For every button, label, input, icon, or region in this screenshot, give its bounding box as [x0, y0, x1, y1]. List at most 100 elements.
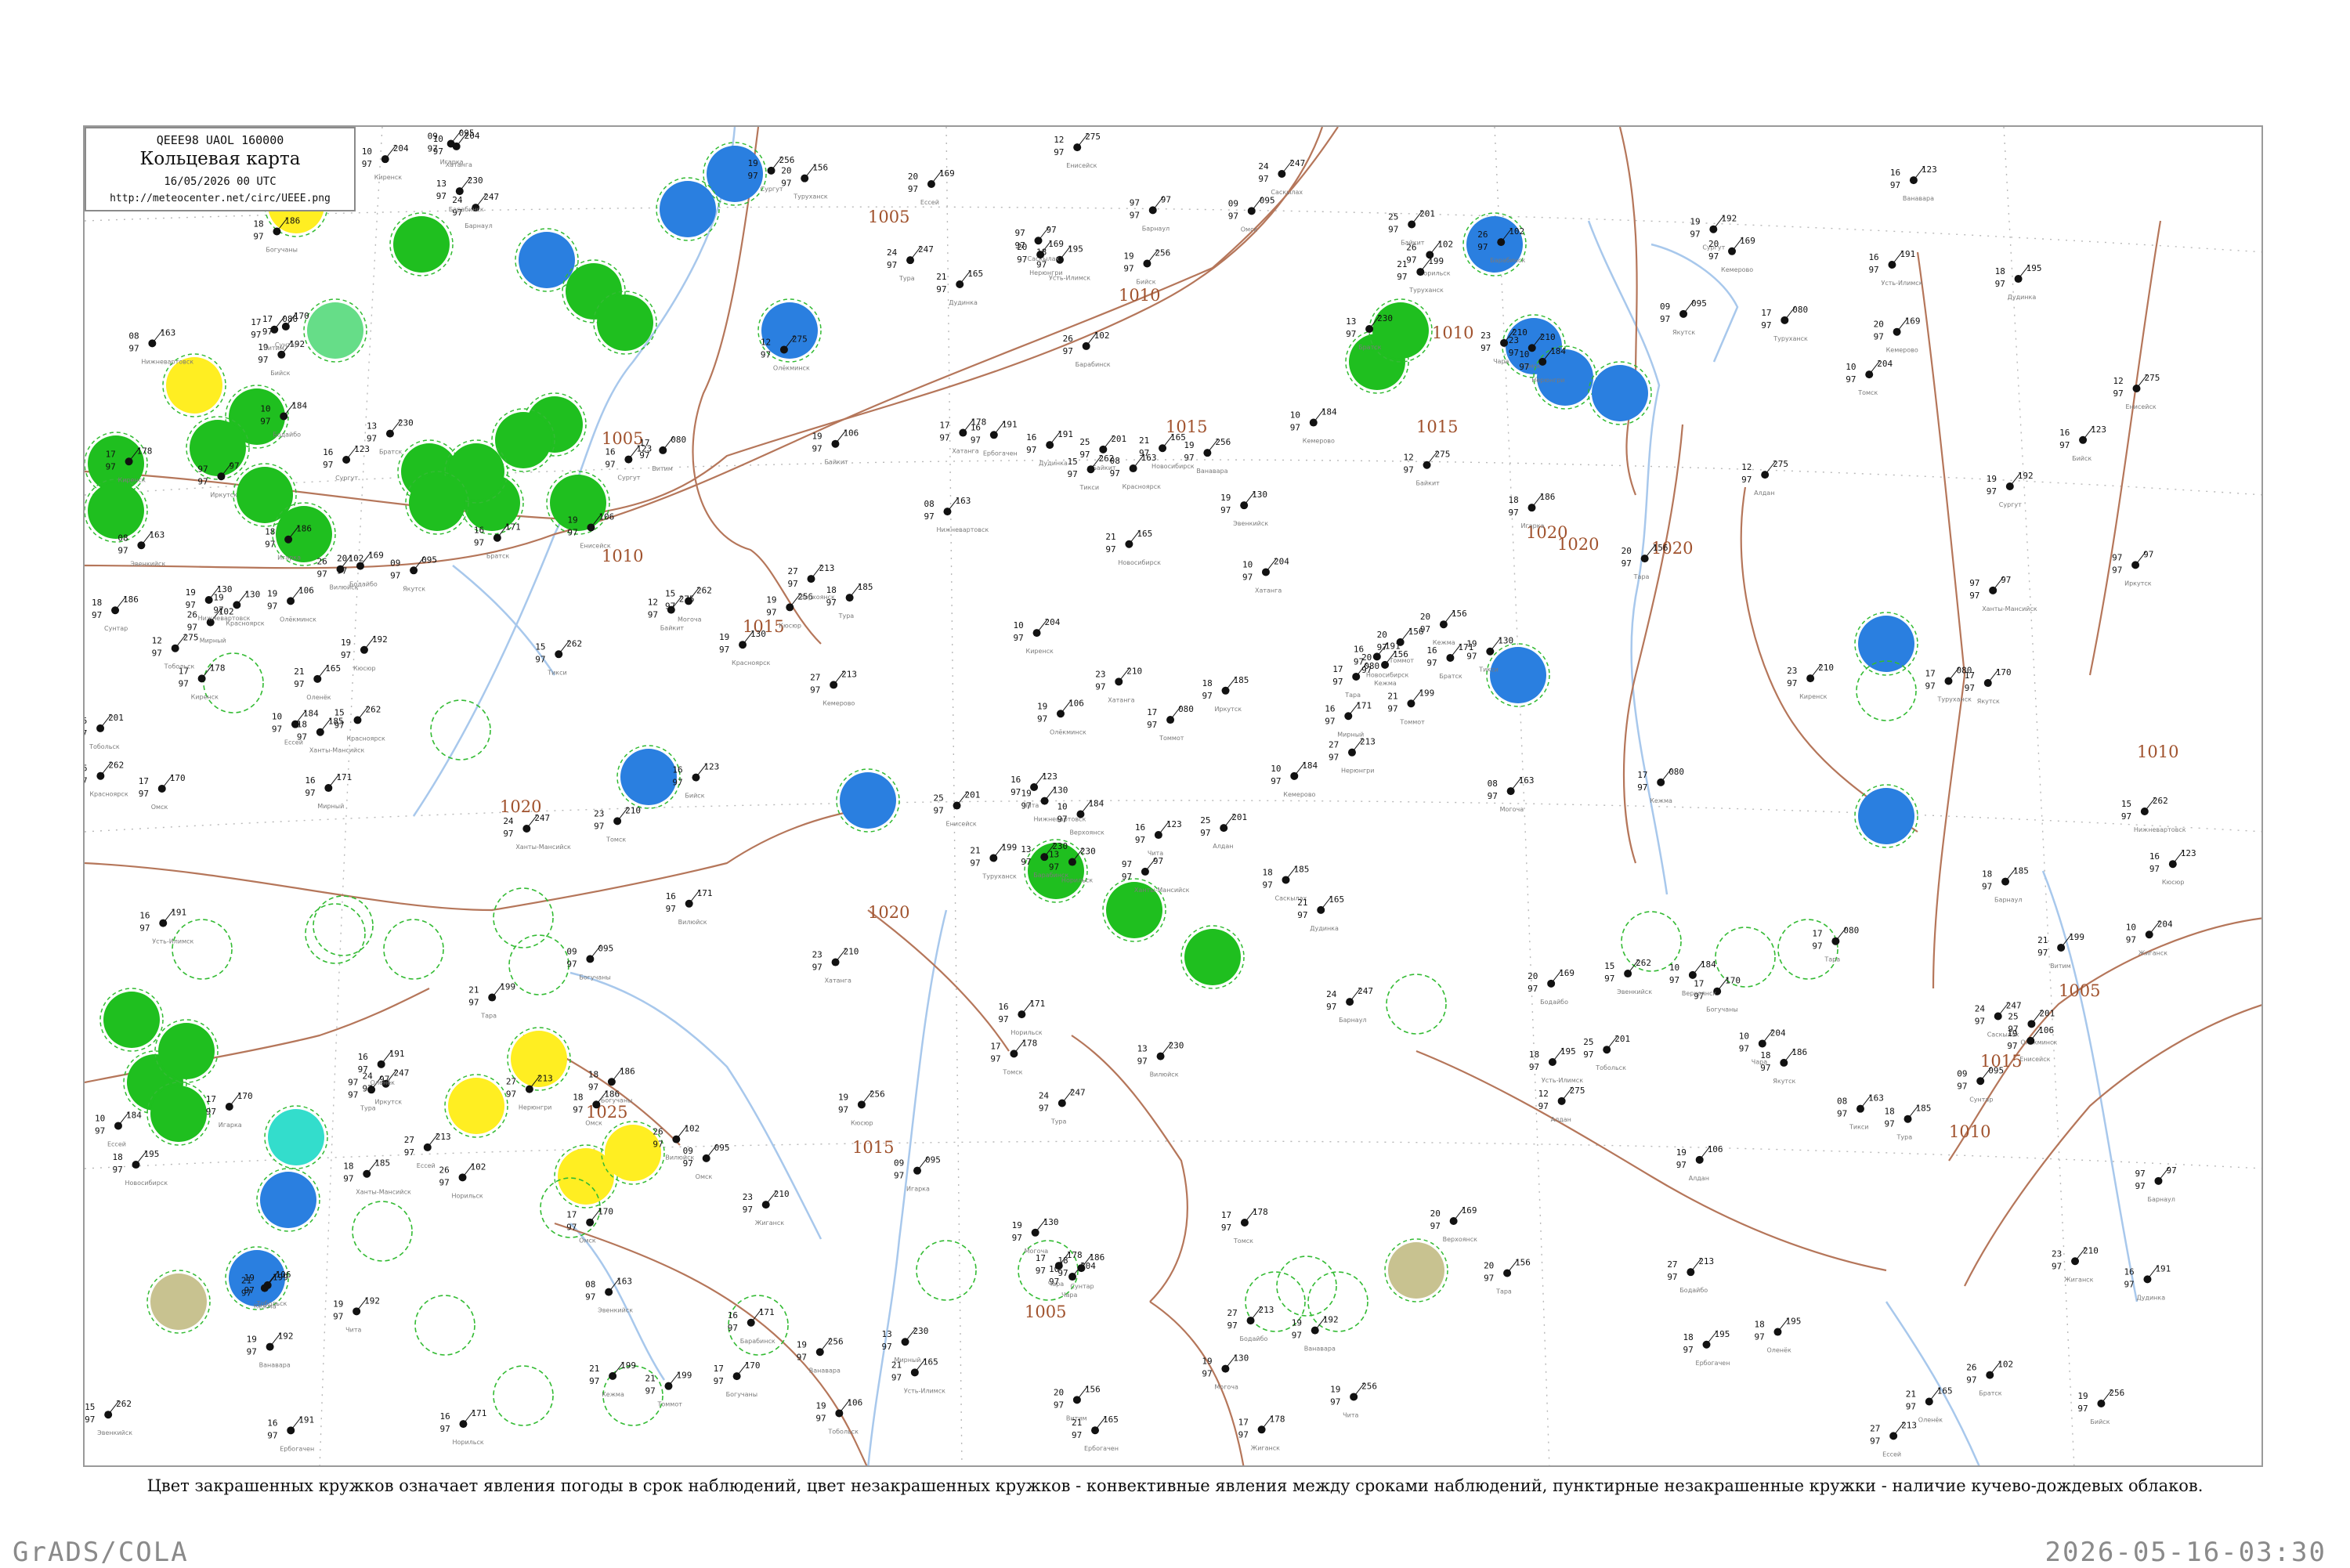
station-pressure: 230 [1169, 1041, 1184, 1051]
station-pressure: 178 [137, 446, 153, 456]
station-dewpoint: 97 [838, 1104, 848, 1115]
station-plot: 123 16 97Бийск [2059, 425, 2106, 462]
station-dewpoint: 97 [1987, 486, 1997, 497]
station-cb-ring [430, 699, 491, 761]
station-filled-circle [519, 232, 575, 288]
station-plot: 130 19 97Могоча [1202, 1353, 1249, 1391]
station-name: Жиганск [1251, 1444, 1281, 1451]
station-pressure: 184 [126, 1110, 142, 1120]
station-pressure: 199 [273, 1273, 288, 1283]
station-plot: 123 16 97Кюсюр [2149, 848, 2196, 886]
station-temperature: 16 [1890, 168, 1900, 178]
station-dewpoint: 97 [1538, 1101, 1549, 1111]
station-plot: 192 19 97Сургут [1987, 471, 2034, 508]
station-dewpoint: 97 [1508, 508, 1518, 518]
station-name: Алдан [1754, 490, 1774, 497]
station-name: Бийск [1136, 279, 1155, 286]
station-dewpoint: 97 [317, 569, 327, 580]
station-name: Дудинка [2136, 1294, 2165, 1301]
station-plot: 184 10 97Кемерово [1271, 761, 1318, 798]
station-pressure: 171 [759, 1307, 775, 1317]
station-name: Байкит [1401, 239, 1425, 246]
station-name: Оленёк [306, 694, 331, 701]
station-dewpoint: 97 [1147, 720, 1157, 730]
station-marker [835, 1409, 844, 1418]
station-pressure: 256 [870, 1089, 885, 1099]
station-dewpoint: 97 [1110, 468, 1120, 479]
isobar-label: 1020 [1557, 535, 1599, 554]
station-plot: 165 21 97Новосибирск [1105, 529, 1161, 566]
station-pressure: 130 [217, 584, 233, 594]
station-temperature: 20 [1622, 546, 1632, 556]
station-dewpoint: 97 [787, 579, 797, 589]
station-plot: 191 16 97Усть-Илимск [1868, 249, 1922, 287]
station-plot: 213 27 97Ессей [1870, 1420, 1917, 1458]
station-pressure: 256 [2109, 1388, 2124, 1398]
station-plot: 275 12 97Алдан [1538, 1086, 1585, 1123]
station-pressure: 97 [2143, 549, 2153, 559]
station-filled-circle [150, 1086, 207, 1142]
station-plot: 256 19 97Чита [1330, 1381, 1377, 1418]
station-pressure: 185 [374, 1158, 390, 1169]
station-pressure: 186 [1791, 1047, 1807, 1057]
station-pressure: 210 [1540, 332, 1556, 342]
station-temperature: 10 [260, 403, 270, 414]
station-dewpoint: 97 [666, 904, 676, 914]
station-plot: 184 10 97Ессей [272, 709, 319, 746]
station-name: Ессей [417, 1162, 436, 1169]
station-name: Новосибирск [1152, 463, 1195, 470]
station-pressure: 192 [1721, 214, 1737, 224]
station-pressure: 171 [505, 522, 521, 533]
station-pressure: 165 [967, 269, 983, 279]
station-name: Барабинск [1033, 872, 1068, 879]
station-pressure: 256 [1215, 437, 1231, 447]
station-pressure: 201 [2039, 1008, 2055, 1018]
station-dewpoint: 97 [2135, 1181, 2145, 1191]
station-plot: 171 16 97Мирный [305, 772, 352, 810]
station-temperature: 12 [761, 337, 771, 347]
station-plot: 256 19 97Бийск [2077, 1388, 2124, 1425]
station-plot: 184 10 97Верхоянск [1669, 959, 1717, 997]
station-dewpoint: 97 [1054, 147, 1064, 157]
station-name: Норильск [452, 1192, 483, 1199]
station-cb-ring [493, 1365, 554, 1426]
station-name: Томск [1002, 1068, 1022, 1075]
station-temperature: 08 [1837, 1097, 1847, 1107]
station-dewpoint: 97 [812, 444, 822, 454]
station-plot: 204 10 97Хатанга [1242, 556, 1289, 594]
station-temperature: 21 [645, 1374, 655, 1384]
station-temperature: 97 [1122, 859, 1132, 869]
station-dewpoint: 97 [1200, 828, 1210, 838]
station-dewpoint: 97 [1105, 544, 1115, 555]
station-pressure: 185 [2013, 866, 2029, 876]
station-dewpoint: 97 [908, 184, 918, 194]
station-dewpoint: 97 [1477, 242, 1488, 252]
station-name: Ербогачен [280, 1445, 314, 1452]
station-plot: 1851897Саскылах [1262, 864, 1309, 901]
station-pressure: 201 [1614, 1034, 1630, 1044]
station-pressure: 275 [1570, 1086, 1585, 1096]
station-dewpoint: 97 [1049, 862, 1059, 873]
station-name: Томмот [1389, 657, 1415, 664]
station-plot: 123 16 97Бийск [672, 762, 719, 800]
station-name: Красноярск [89, 791, 128, 798]
station-pressure: 102 [1509, 226, 1524, 237]
station-temperature: 09 [894, 1158, 904, 1169]
station-temperature: 16 [2149, 851, 2160, 862]
station-temperature: 13 [1021, 844, 1031, 854]
station-pressure: 178 [1270, 1414, 1285, 1424]
station-marker [989, 854, 998, 862]
station-pressure: 204 [1770, 1028, 1786, 1038]
station-dewpoint: 97 [506, 1089, 516, 1100]
station-name: Туруханск [982, 873, 1017, 880]
station-name: Дудинка [1310, 925, 1339, 932]
station-dewpoint: 97 [589, 1376, 599, 1386]
station-temperature: 21 [970, 846, 980, 856]
station-name: Якутск [1672, 329, 1695, 336]
station-dewpoint: 97 [766, 607, 776, 617]
station-name: Дудинка [2008, 294, 2037, 301]
station-pressure: 130 [1252, 490, 1267, 500]
station-dewpoint: 97 [241, 1288, 251, 1299]
station-dewpoint: 97 [810, 685, 820, 695]
isobar-label: 1010 [1949, 1122, 1990, 1141]
